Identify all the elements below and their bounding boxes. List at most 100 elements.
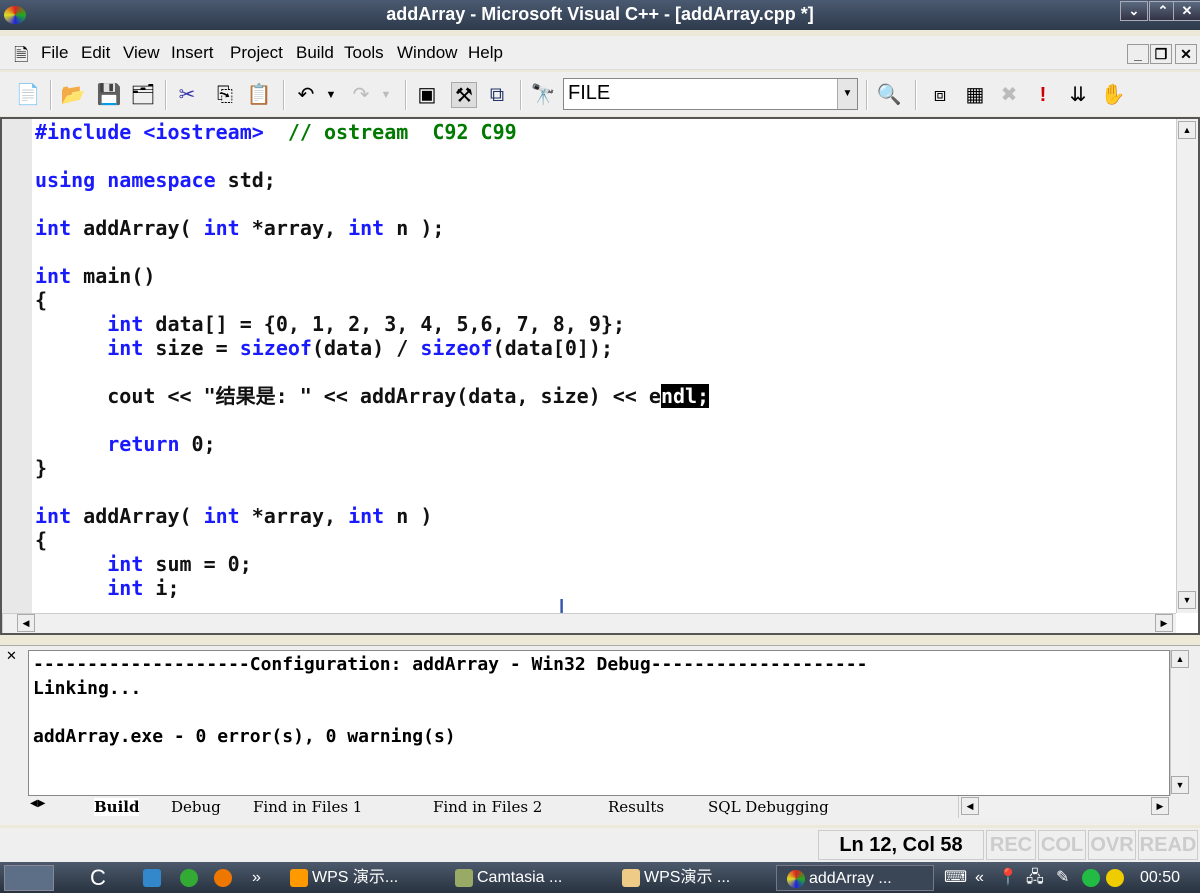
tray-green-icon[interactable] [1082, 865, 1104, 891]
tab-debug[interactable]: Debug [171, 798, 221, 816]
separator [915, 80, 917, 110]
code-token: addArray( [71, 216, 204, 240]
stop-build-icon[interactable]: ✖ [996, 82, 1022, 108]
menu-window[interactable]: Window [397, 43, 457, 63]
task-wps-2[interactable]: WPS演示 ... [622, 865, 730, 891]
task-addarray[interactable]: addArray ... [776, 865, 934, 891]
output-text[interactable]: --------------------Configuration: addAr… [28, 650, 1170, 796]
keyboard-icon[interactable]: ⌨ [944, 865, 967, 891]
undo-dropdown-icon[interactable]: ▼ [318, 82, 344, 108]
chevron-down-icon[interactable]: ▼ [837, 79, 857, 109]
code-keyword: #include <iostream> [35, 120, 288, 144]
tray-tool-icon[interactable]: ✎ [1056, 865, 1069, 891]
tab-build[interactable]: Build [94, 798, 140, 816]
code-editor[interactable]: #include <iostream> // ostream C92 C99 us… [0, 117, 1200, 635]
browser-icon[interactable] [180, 865, 202, 891]
save-icon[interactable]: 💾 [96, 82, 122, 108]
code-token: *array, [239, 504, 349, 528]
code-line: int addArray( int *array, int n ) [35, 504, 432, 528]
close-button[interactable]: ✕ [1173, 1, 1200, 21]
scroll-up-icon[interactable]: ▲ [1171, 650, 1189, 668]
redo-icon[interactable]: ↷ [348, 82, 374, 108]
code-line: int size = sizeof(data) / sizeof(data[0]… [35, 336, 613, 360]
output-line: --------------------Configuration: addAr… [33, 654, 868, 675]
menu-view[interactable]: View [123, 43, 160, 63]
redo-dropdown-icon[interactable]: ▼ [373, 82, 399, 108]
code-line: { [35, 528, 47, 552]
scroll-right-icon[interactable]: ▶ [1155, 614, 1173, 632]
scroll-down-icon[interactable]: ▼ [1178, 591, 1196, 609]
code-keyword: int [107, 552, 144, 576]
toolbar: 📄 📂 💾 🗂 ✂ ⎘ 📋 ↶ ▼ ↷ ▼ ▣ ⚒ ⧉ 🔭 FILE ▼ 🔍 ⧈ … [0, 72, 1200, 116]
workspace-icon[interactable]: ▣ [414, 82, 440, 108]
ie-icon[interactable] [143, 865, 165, 891]
tray-expand[interactable]: « [975, 865, 984, 891]
build-icon[interactable]: ▦ [962, 82, 988, 108]
code-keyword: int [203, 216, 240, 240]
save-all-icon[interactable]: 🗂 [130, 82, 156, 108]
copy-icon[interactable]: ⎘ [212, 82, 238, 108]
tray-plus-icon[interactable] [1106, 865, 1128, 891]
menu-help[interactable]: Help [468, 43, 503, 63]
tab-results[interactable]: Results [608, 798, 664, 816]
code-line: #include <iostream> // ostream C92 C99 [35, 120, 517, 144]
mdi-close-icon[interactable]: ✕ [1175, 44, 1197, 64]
code-line: int addArray( int *array, int n ); [35, 216, 444, 240]
new-file-icon[interactable]: 📄 [15, 82, 41, 108]
find-in-files-icon[interactable]: 🔭 [530, 82, 556, 108]
menu-tools[interactable]: Tools [344, 43, 384, 63]
output-window-icon[interactable]: ⚒ [451, 82, 477, 108]
menu-insert[interactable]: Insert [171, 43, 214, 63]
scroll-left-icon[interactable]: ◀ [961, 797, 979, 815]
compile-icon[interactable]: ⧈ [927, 82, 953, 108]
scroll-down-icon[interactable]: ▼ [1171, 776, 1189, 794]
scroll-left-icon[interactable]: ◀ [17, 614, 35, 632]
cut-icon[interactable]: ✂ [174, 82, 200, 108]
code-token: cout << "结果是: " << addArray(data, size) … [35, 384, 661, 408]
vertical-scrollbar[interactable]: ▲ ▼ [1176, 119, 1198, 613]
menu-build[interactable]: Build [296, 43, 334, 63]
breakpoint-hand-icon[interactable]: ✋ [1100, 82, 1126, 108]
task-camtasia[interactable]: Camtasia ... [455, 865, 562, 891]
menu-file[interactable]: File [41, 43, 68, 63]
firefox-icon[interactable] [214, 865, 236, 891]
output-pane: ✕ --------------------Configuration: add… [0, 645, 1200, 825]
menu-edit[interactable]: Edit [81, 43, 110, 63]
document-icon[interactable]: 🗎 [14, 43, 28, 73]
task-wps-1[interactable]: WPS 演示... [290, 865, 398, 891]
find-binoculars-icon[interactable]: 🔍 [876, 82, 902, 108]
tray-pin-icon[interactable]: 📍 [998, 865, 1018, 891]
minimize-button[interactable]: ⌄ [1120, 1, 1148, 21]
menu-project[interactable]: Project [230, 43, 283, 63]
pane-close-icon[interactable]: ✕ [6, 648, 17, 664]
go-icon[interactable]: ⇊ [1065, 82, 1091, 108]
code-token: data[] = {0, 1, 2, 3, 4, 5,6, 7, 8, 9}; [143, 312, 626, 336]
tab-sql-debugging[interactable]: SQL Debugging [708, 798, 829, 816]
code-keyword: int [35, 216, 72, 240]
code-line: int data[] = {0, 1, 2, 3, 4, 5,6, 7, 8, … [35, 312, 625, 336]
horizontal-scrollbar[interactable]: ◀ ▶ [2, 613, 1176, 633]
open-folder-icon[interactable]: 📂 [60, 82, 86, 108]
tab-find-in-files-1[interactable]: Find in Files 1 [253, 798, 362, 816]
output-vertical-scrollbar[interactable]: ▲ ▼ [1170, 650, 1190, 796]
mdi-minimize-icon[interactable]: _ [1127, 44, 1149, 64]
tab-scroll-left-icon[interactable]: ◀▶ [30, 798, 45, 809]
scroll-up-icon[interactable]: ▲ [1178, 121, 1196, 139]
network-icon[interactable]: 🖧 [1026, 865, 1044, 891]
window-list-icon[interactable]: ⧉ [484, 82, 510, 108]
tab-find-in-files-2[interactable]: Find in Files 2 [433, 798, 542, 816]
find-combo[interactable]: FILE ▼ [563, 78, 858, 110]
start-button[interactable] [4, 865, 54, 891]
execute-icon[interactable]: ! [1030, 82, 1056, 108]
scroll-right-icon[interactable]: ▶ [1151, 797, 1169, 815]
refresh-icon[interactable]: C [90, 865, 106, 891]
mdi-restore-icon[interactable]: ❐ [1150, 44, 1172, 64]
code-token: (data[0]); [492, 336, 613, 360]
quicklaunch-overflow[interactable]: » [252, 865, 261, 891]
output-horizontal-scrollbar[interactable]: ◀ ▶ [958, 796, 1170, 818]
code-keyword: int [35, 504, 72, 528]
paste-icon[interactable]: 📋 [246, 82, 272, 108]
undo-icon[interactable]: ↶ [293, 82, 319, 108]
